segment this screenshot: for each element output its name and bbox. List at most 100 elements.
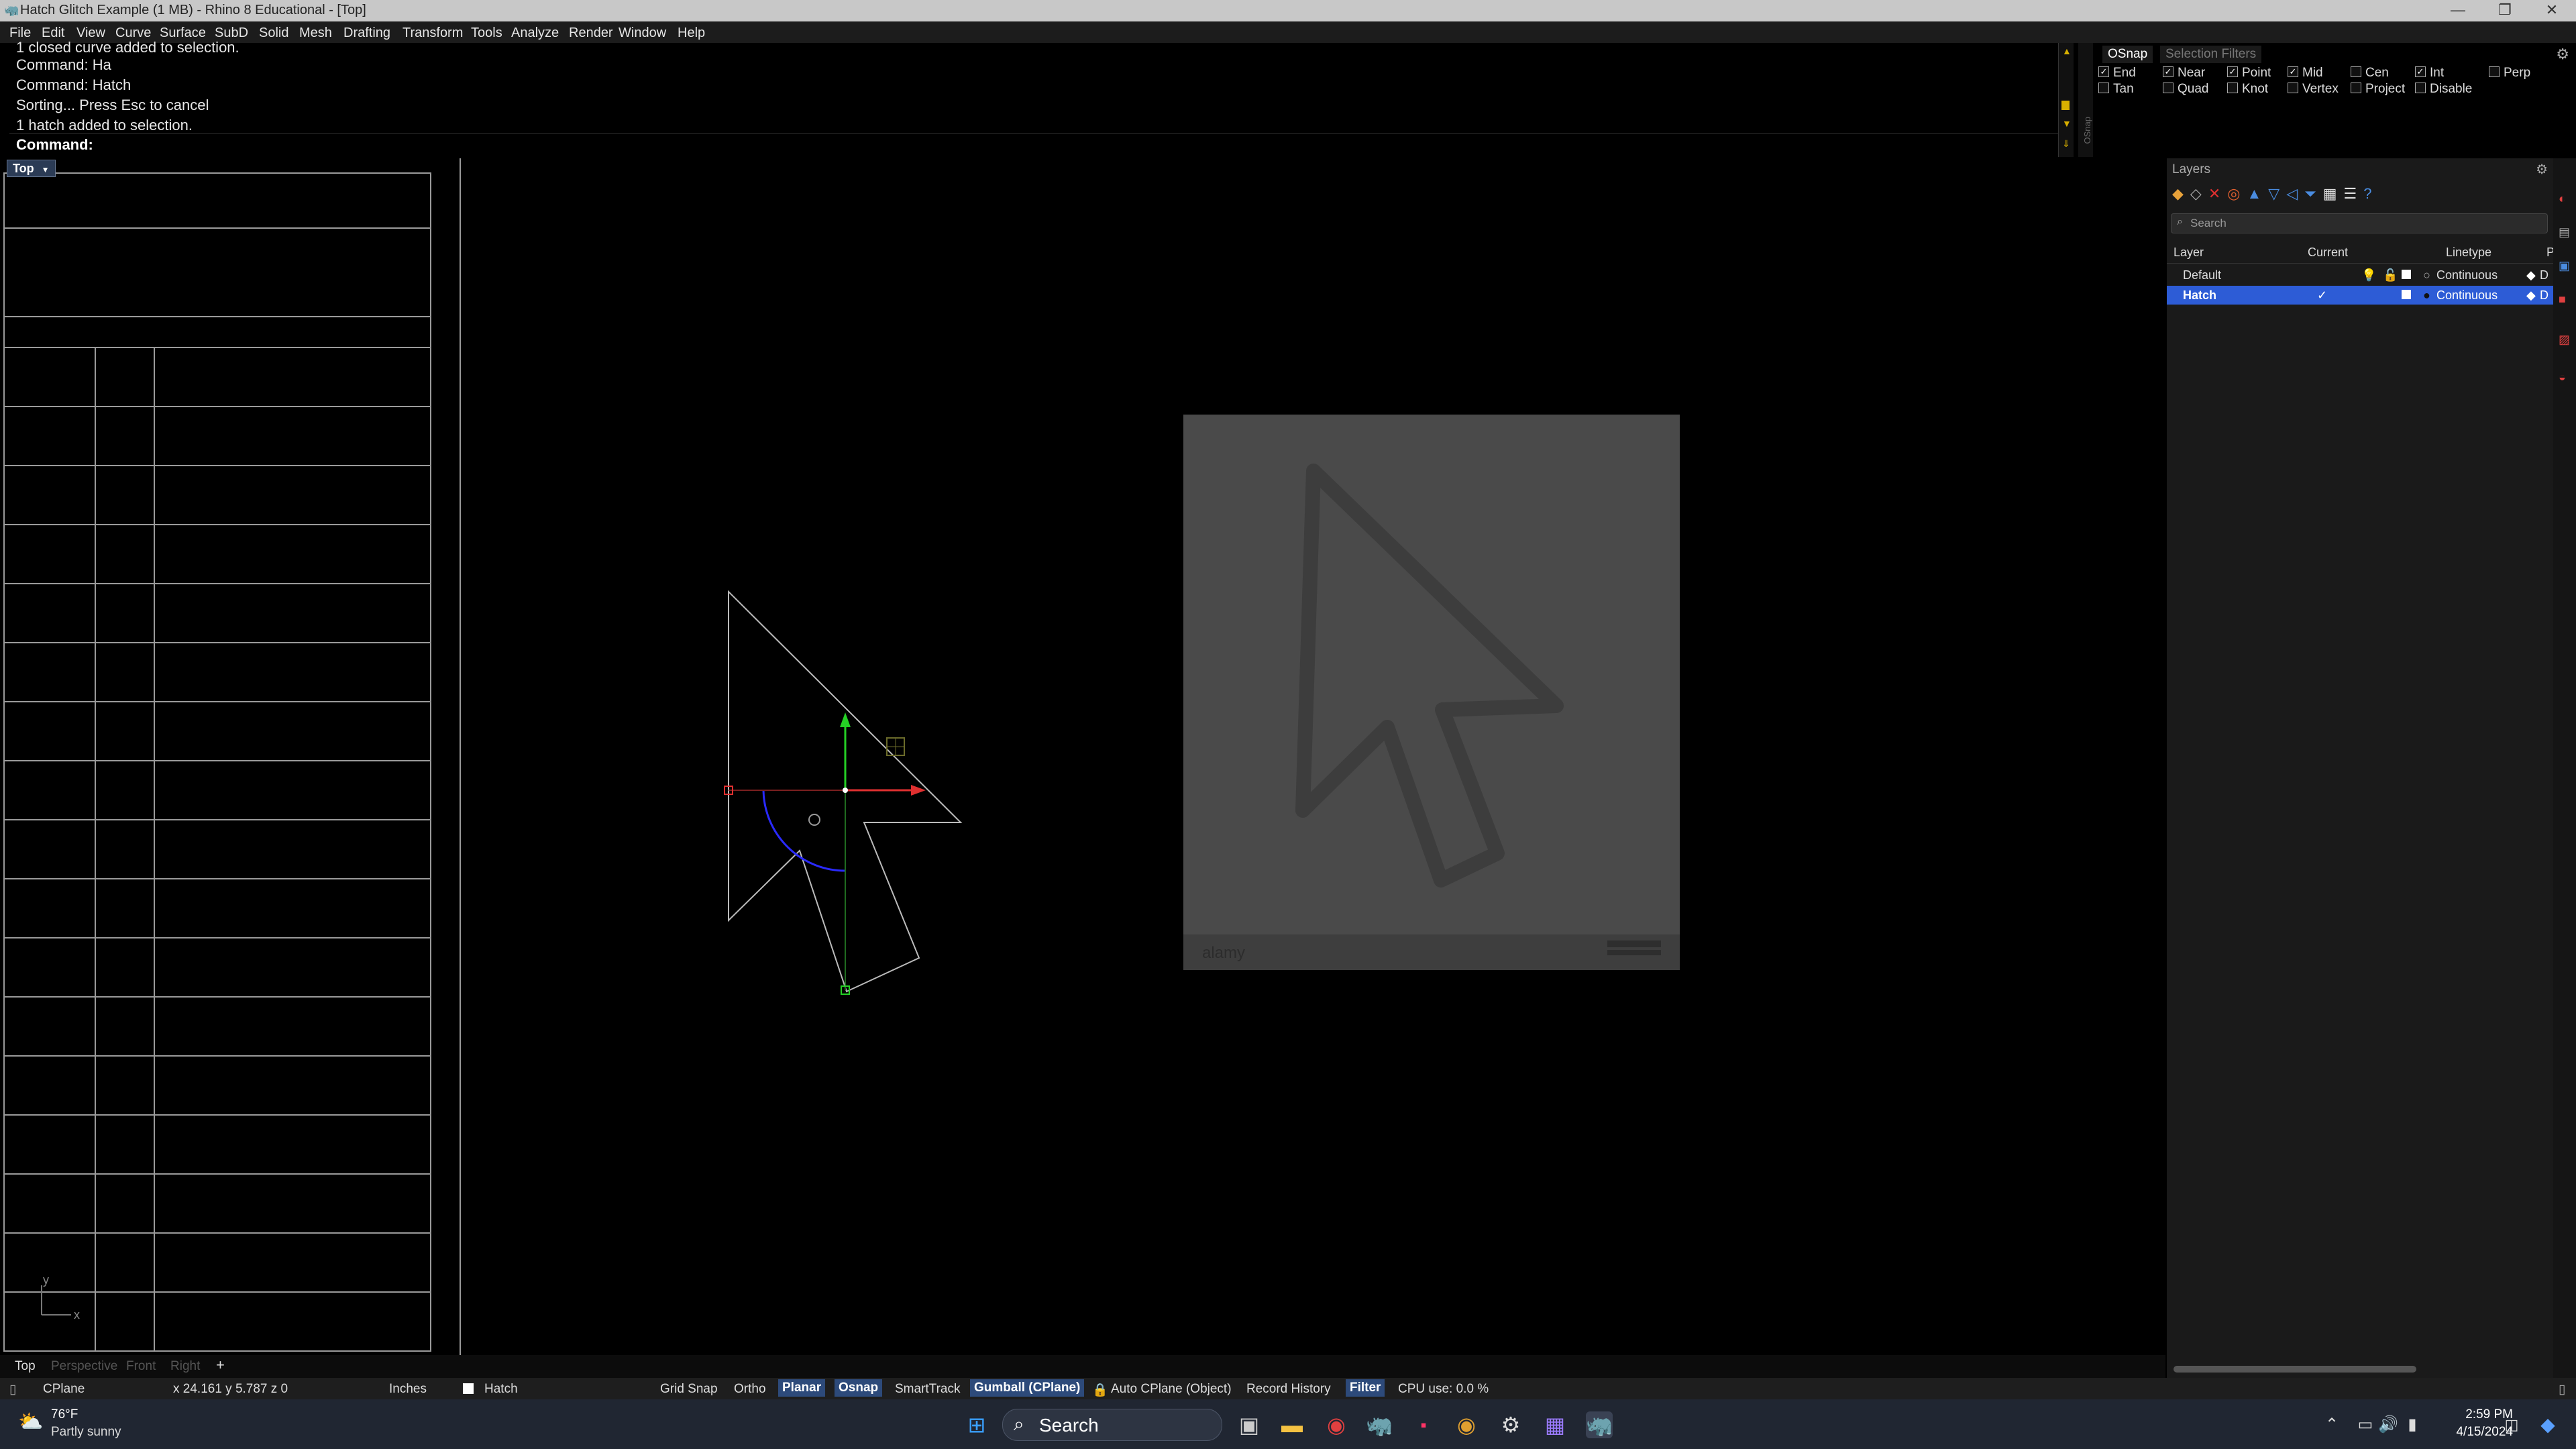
osnap-option-quad[interactable]: Quad [2163, 82, 2208, 97]
reference-cursor-image[interactable]: alamy [1183, 415, 1680, 970]
osnap-option-knot[interactable]: Knot [2227, 82, 2268, 97]
column-layer[interactable]: Layer [2174, 246, 2204, 260]
settings-icon[interactable]: ⚙ [1497, 1411, 1524, 1438]
print-width-icon[interactable]: ◆ [2526, 268, 2536, 282]
panel-toggle-icon[interactable]: ▯ [2559, 1382, 2565, 1397]
current-layer-check-icon[interactable]: ✓ [2317, 288, 2327, 303]
layer-row-hatch[interactable]: Hatch ✓ ● Continuous ◆ D [2167, 286, 2553, 305]
chevron-up-icon[interactable]: ⌃ [2318, 1411, 2345, 1438]
layer-linetype[interactable]: Continuous [2436, 268, 2498, 282]
osnap-option-tan[interactable]: Tan [2098, 82, 2134, 97]
new-layer-icon[interactable]: ◆ [2172, 185, 2190, 202]
osnap-option-mid[interactable]: ✓ Mid [2288, 66, 2323, 80]
layer-linetype[interactable]: Continuous [2436, 288, 2498, 303]
viewport-title[interactable]: Top [13, 162, 34, 175]
column-current[interactable]: Current [2308, 246, 2348, 260]
chrome-canary-icon[interactable]: ◉ [1453, 1411, 1480, 1438]
layer-row-default[interactable]: Default 💡 🔓 ○ Continuous ◆ D [2167, 266, 2553, 284]
status-units[interactable]: Inches [389, 1382, 427, 1397]
properties-panel-icon[interactable]: ◐ [2559, 192, 2566, 206]
checkbox-icon[interactable] [2227, 82, 2238, 93]
grid-snap-toggle[interactable]: Grid Snap [660, 1382, 718, 1397]
taskbar-search-box[interactable]: ⌕ Search [1002, 1409, 1222, 1441]
checkbox-checked-icon[interactable]: ✓ [2163, 66, 2174, 77]
ortho-toggle[interactable]: Ortho [734, 1382, 766, 1397]
scroll-up-icon[interactable]: ▲ [2062, 46, 2072, 56]
checkbox-icon[interactable] [2415, 82, 2426, 93]
menu-tools[interactable]: Tools [471, 25, 502, 41]
status-cplane[interactable]: CPlane [43, 1382, 85, 1397]
gumball-toggle[interactable]: Gumball (CPlane) [970, 1379, 1085, 1397]
checkbox-icon[interactable] [2098, 82, 2109, 93]
checkbox-checked-icon[interactable]: ✓ [2288, 66, 2298, 77]
close-button[interactable]: ✕ [2530, 0, 2573, 21]
tab-osnap[interactable]: OSnap [2102, 46, 2153, 63]
file-explorer-icon[interactable]: ▬ [1279, 1411, 1305, 1438]
layer-name[interactable]: Default [2183, 268, 2221, 282]
indesign-icon[interactable]: ▪ [1410, 1411, 1437, 1438]
column-linetype[interactable]: Linetype [2446, 246, 2491, 260]
grid-icon[interactable]: ▦ [2323, 185, 2344, 202]
record-history-toggle[interactable]: Record History [1246, 1382, 1331, 1397]
menu-icon[interactable]: ☰ [2344, 185, 2364, 202]
gear-icon[interactable]: ⚙ [2536, 161, 2548, 178]
status-layer[interactable]: Hatch [484, 1382, 518, 1397]
scroll-bottom-icon[interactable]: ⇓ [2062, 138, 2070, 150]
material-icon[interactable]: ● [2423, 288, 2430, 303]
move-up-icon[interactable]: ▲ [2247, 185, 2268, 202]
lock-icon[interactable]: 🔒 [1092, 1382, 1108, 1398]
copilot-icon[interactable]: ◆ [2534, 1411, 2561, 1438]
osnap-option-project[interactable]: Project [2351, 82, 2405, 97]
task-view-icon[interactable]: ▣ [1236, 1411, 1263, 1438]
new-sublayer-icon[interactable]: ◇ [2190, 185, 2208, 202]
tab-front[interactable]: Front [126, 1359, 156, 1374]
minimize-button[interactable]: — [2436, 0, 2479, 21]
osnap-toggle[interactable]: Osnap [835, 1379, 883, 1397]
viewport-title-tab[interactable]: Top ▼ [7, 160, 56, 177]
lock-icon[interactable]: 🔓 [2383, 268, 2398, 282]
checkbox-icon[interactable] [2489, 66, 2500, 77]
osnap-option-point[interactable]: ✓ Point [2227, 66, 2271, 80]
windows-start-icon[interactable]: ⊞ [963, 1411, 990, 1438]
tab-right[interactable]: Right [170, 1359, 200, 1374]
menu-window[interactable]: Window [619, 25, 666, 41]
osnap-option-disable[interactable]: Disable [2415, 82, 2472, 97]
osnap-option-cen[interactable]: Cen [2351, 66, 2389, 80]
menu-render[interactable]: Render [569, 25, 613, 41]
checkbox-checked-icon[interactable]: ✓ [2227, 66, 2238, 77]
osnap-option-near[interactable]: ✓ Near [2163, 66, 2205, 80]
app-icon[interactable]: ▦ [1542, 1411, 1568, 1438]
auto-cplane-toggle[interactable]: Auto CPlane (Object) [1111, 1382, 1232, 1397]
scroll-down-icon[interactable]: ▼ [2062, 118, 2072, 129]
help-icon[interactable]: ? [2363, 185, 2378, 202]
volume-icon[interactable]: 🔊 [2375, 1411, 2402, 1438]
menu-help[interactable]: Help [678, 25, 705, 41]
checkbox-checked-icon[interactable]: ✓ [2415, 66, 2426, 77]
weather-desc[interactable]: Partly sunny [51, 1425, 121, 1440]
checkbox-icon[interactable] [2288, 82, 2298, 93]
print-width-icon[interactable]: ◆ [2526, 288, 2536, 303]
layer-search-input[interactable]: ⌕ Search [2171, 213, 2548, 233]
menu-drafting[interactable]: Drafting [343, 25, 390, 41]
purge-icon[interactable]: ◎ [2227, 185, 2247, 202]
layer-name[interactable]: Hatch [2183, 288, 2216, 303]
checkbox-icon[interactable] [2163, 82, 2174, 93]
rhino-8-icon[interactable]: 🦏 [1586, 1411, 1613, 1438]
rhino-app-icon[interactable]: 🦏 [4, 3, 19, 17]
gumball-origin[interactable] [843, 788, 848, 793]
chrome-icon[interactable]: ◉ [1323, 1411, 1350, 1438]
layer-color-swatch[interactable] [2402, 270, 2411, 279]
material-icon[interactable]: ○ [2423, 268, 2430, 282]
smarttrack-toggle[interactable]: SmartTrack [895, 1382, 960, 1397]
battery-icon[interactable]: ▮ [2399, 1411, 2426, 1438]
osnap-option-int[interactable]: ✓ Int [2415, 66, 2444, 80]
chevron-down-icon[interactable]: ▼ [42, 165, 50, 174]
delete-layer-icon[interactable]: ✕ [2208, 185, 2227, 202]
tab-top[interactable]: Top [15, 1359, 36, 1374]
menu-analyze[interactable]: Analyze [511, 25, 559, 41]
filter-toggle[interactable]: Filter [1346, 1379, 1385, 1397]
osnap-option-vertex[interactable]: Vertex [2288, 82, 2339, 97]
materials-panel-icon[interactable]: ▨ [2559, 333, 2570, 347]
environment-panel-icon[interactable]: ◒ [2559, 370, 2566, 384]
layer-color-swatch[interactable] [2402, 290, 2411, 299]
